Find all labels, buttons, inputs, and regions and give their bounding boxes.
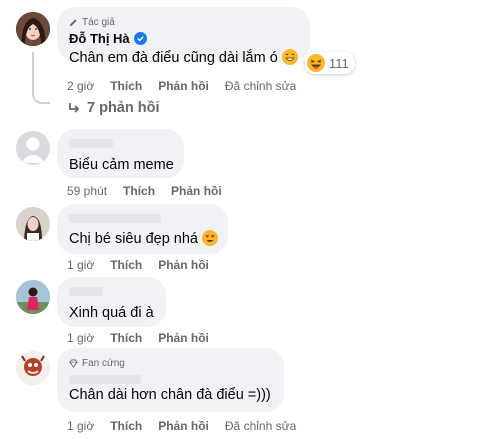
avatar[interactable] — [16, 351, 50, 385]
edited-label[interactable]: Đã chỉnh sửa — [225, 79, 296, 93]
reaction-summary[interactable]: 111 — [305, 52, 355, 74]
reply-button[interactable]: Phản hồi — [158, 258, 209, 272]
avatar-photo — [16, 207, 50, 241]
haha-reaction-icon — [307, 54, 325, 72]
like-button[interactable]: Thích — [110, 419, 142, 433]
edited-label[interactable]: Đã chỉnh sửa — [225, 419, 296, 433]
comment-actions: 2 giờ Thích Phản hồi Đã chỉnh sửa — [67, 79, 296, 93]
comment-bubble: Biểu cảm meme — [57, 129, 184, 178]
like-button[interactable]: Thích — [110, 79, 142, 93]
avatar-photo — [16, 280, 50, 314]
comment-text-row: Chân em đà điểu cũng dài lắm ó — [69, 49, 298, 68]
default-avatar-icon — [16, 131, 50, 165]
avatar[interactable] — [16, 12, 50, 46]
hidden-author-name[interactable] — [69, 214, 161, 223]
comment-bubble: Fan cứng Chân dài hơn chân đà điểu =))) — [57, 348, 284, 412]
comment-text: Biểu cảm meme — [69, 157, 174, 173]
hidden-author-name[interactable] — [69, 287, 103, 296]
comment-bubble: Tác giả Đỗ Thị Hà Chân em đà điểu cũng d… — [57, 7, 310, 66]
comment-time[interactable]: 1 giờ — [67, 331, 94, 345]
reply-button[interactable]: Phản hồi — [158, 331, 209, 345]
replies-label: 7 phản hồi — [87, 100, 160, 116]
badge-label: Tác giả — [82, 17, 115, 28]
pen-icon — [69, 19, 77, 27]
hidden-author-name[interactable] — [69, 139, 113, 148]
comment-actions: 1 giờ Thích Phản hồi Đã chỉnh sửa — [67, 419, 296, 433]
avatar[interactable] — [16, 131, 50, 165]
like-button[interactable]: Thích — [110, 258, 142, 272]
author-badge: Tác giả — [69, 16, 298, 29]
comment-bubble: Chị bé siêu đẹp nhá — [57, 204, 228, 254]
comment-time[interactable]: 2 giờ — [67, 79, 94, 93]
reply-button[interactable]: Phản hồi — [158, 419, 209, 433]
comment-time[interactable]: 59 phút — [67, 184, 107, 198]
comment-time[interactable]: 1 giờ — [67, 258, 94, 272]
author-name-row: Đỗ Thị Hà — [69, 31, 298, 46]
avatar[interactable] — [16, 207, 50, 241]
view-replies-button[interactable]: 7 phản hồi — [67, 100, 160, 116]
reply-button[interactable]: Phản hồi — [171, 184, 222, 198]
hidden-author-name[interactable] — [69, 375, 141, 384]
comment-text: Chị bé siêu đẹp nhá — [69, 231, 198, 247]
grinning-emoji-icon — [281, 49, 298, 65]
comment-text: Chân em đà điểu cũng dài lắm ó — [69, 50, 278, 66]
comment-bubble: Xinh quá đi à — [57, 277, 166, 327]
reply-button[interactable]: Phản hồi — [158, 79, 209, 93]
reaction-count: 111 — [329, 55, 349, 71]
avatar-photo — [16, 12, 50, 46]
badge-label: Fan cứng — [82, 358, 125, 369]
diamond-icon — [69, 359, 78, 368]
comment-actions: 59 phút Thích Phản hồi — [67, 184, 222, 198]
comment-text: Xinh quá đi à — [69, 305, 154, 321]
reply-arrow-icon — [69, 103, 80, 113]
author-name[interactable]: Đỗ Thị Hà — [69, 31, 130, 46]
verified-badge-icon — [133, 32, 147, 45]
avatar[interactable] — [16, 280, 50, 314]
like-button[interactable]: Thích — [110, 331, 142, 345]
comment-actions: 1 giờ Thích Phản hồi — [67, 331, 209, 345]
thread-curve — [32, 82, 50, 104]
heart-eyes-emoji-icon — [202, 230, 219, 246]
comment-text-row: Chị bé siêu đẹp nhá — [69, 230, 219, 249]
fan-badge: Fan cứng — [69, 357, 272, 370]
comment-time[interactable]: 1 giờ — [67, 419, 94, 433]
comment-actions: 1 giờ Thích Phản hồi — [67, 258, 209, 272]
avatar-photo — [16, 351, 50, 385]
like-button[interactable]: Thích — [123, 184, 155, 198]
comment-text: Chân dài hơn chân đà điểu =))) — [69, 387, 271, 403]
